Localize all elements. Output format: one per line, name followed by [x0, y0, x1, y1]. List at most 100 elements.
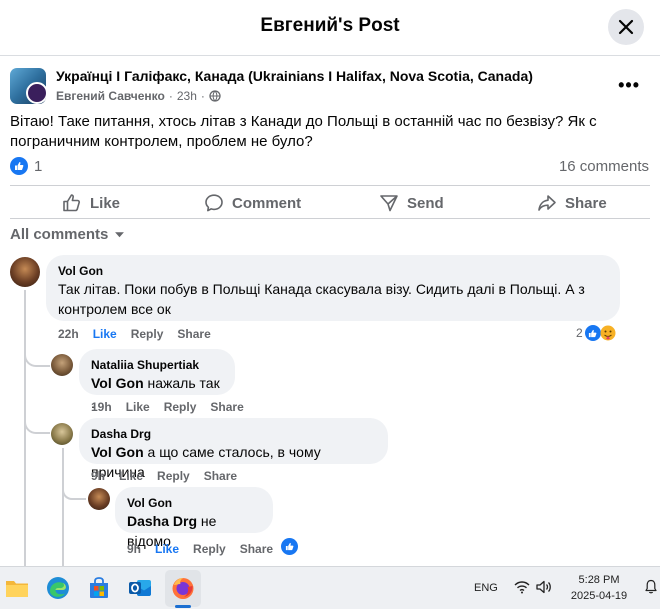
active-app-indicator — [175, 605, 191, 608]
like-label: Like — [90, 194, 121, 212]
close-icon — [618, 19, 634, 35]
reactions-row: 1 16 comments — [10, 156, 650, 178]
close-button[interactable] — [608, 9, 644, 45]
meta-separator: · — [168, 89, 173, 103]
notification-bell-icon[interactable] — [645, 579, 657, 595]
send-button[interactable]: Send — [379, 189, 444, 217]
comment-bubble: Nataliia Shupertiak Vol Gon нажаль так . — [79, 349, 235, 411]
thread-connector — [24, 422, 50, 434]
thread-line — [62, 448, 64, 566]
outlook-icon — [129, 580, 151, 596]
comment-reply-button[interactable]: Reply — [193, 542, 226, 556]
comment-time[interactable]: 9h — [127, 542, 141, 556]
comment-reactions[interactable] — [281, 538, 298, 555]
dialog-title: Евгений's Post — [260, 15, 400, 36]
comment-icon — [205, 194, 223, 212]
mention-link[interactable]: Dasha Drg — [127, 513, 197, 529]
like-reaction-icon — [281, 538, 298, 555]
comment-bubble: Dasha Drg Vol Gon а що саме сталось, в ч… — [79, 418, 388, 480]
avatar[interactable] — [10, 257, 40, 287]
file-explorer-button[interactable] — [4, 575, 30, 601]
input-language[interactable]: ENG — [474, 582, 498, 594]
comment-actions: 9h Like Reply Share — [127, 542, 273, 556]
clock-time: 5:28 PM — [578, 574, 620, 586]
comments-filter-label: All comments — [10, 226, 109, 243]
comment-author-link[interactable]: Vol Gon — [58, 263, 608, 279]
caret-down-icon — [115, 232, 125, 238]
comment-author-link[interactable]: Dasha Drg — [91, 426, 376, 442]
comment-reply-button[interactable]: Reply — [164, 400, 197, 414]
globe-icon — [209, 90, 221, 102]
comment-share-button[interactable]: Share — [177, 327, 210, 341]
comment-actions: 22h Like Reply Share — [58, 327, 211, 341]
comment-reactions[interactable]: 2 — [576, 325, 616, 341]
edge-button[interactable] — [45, 575, 71, 601]
thread-connector — [62, 490, 86, 500]
comment-reply-button[interactable]: Reply — [131, 327, 164, 341]
more-options-button[interactable]: ••• — [618, 75, 640, 96]
mention-link[interactable]: Vol Gon — [91, 375, 144, 391]
meta-separator: · — [200, 89, 205, 103]
author-name-link[interactable]: Евгений Савченко — [56, 89, 165, 103]
avatar[interactable] — [88, 488, 110, 510]
comment-like-button[interactable]: Like — [93, 327, 117, 341]
thread-connector — [24, 355, 50, 367]
share-label: Share — [565, 194, 607, 212]
wifi-icon[interactable] — [514, 580, 530, 594]
group-avatar[interactable] — [10, 68, 46, 104]
like-reaction-icon — [584, 325, 601, 341]
comment-text: Так літав. Поки побув в Польщі Канада ск… — [58, 281, 585, 317]
comment-bubble: Vol Gon Так літав. Поки побув в Польщі К… — [46, 255, 620, 321]
comment-like-button[interactable]: Like — [119, 469, 143, 483]
comment-author-link[interactable]: Nataliia Shupertiak — [91, 357, 223, 373]
comment-time[interactable]: 22h — [58, 327, 79, 341]
comment-like-button[interactable]: Like — [155, 542, 179, 556]
send-icon — [380, 195, 398, 212]
reaction-count: 1 — [34, 157, 43, 175]
store-button[interactable] — [86, 575, 112, 601]
system-clock[interactable]: 5:28 PM 2025-04-19 — [560, 572, 638, 604]
like-reaction-icon — [10, 157, 28, 175]
comment-author-link[interactable]: Vol Gon — [127, 495, 261, 511]
comment-time[interactable]: 19h — [91, 400, 112, 414]
author-avatar[interactable] — [26, 82, 46, 104]
share-icon — [538, 195, 556, 211]
comments-count-link[interactable]: 16 comments — [559, 158, 649, 175]
dialog-header: Евгений's Post — [0, 0, 660, 56]
thumbs-up-icon — [63, 194, 81, 212]
comment-button[interactable]: Comment — [204, 189, 301, 217]
comment-time[interactable]: 9h — [91, 469, 105, 483]
group-name-link[interactable]: Українці І Галіфакс, Канада (Ukrainians … — [56, 68, 533, 84]
like-button[interactable]: Like — [62, 189, 120, 217]
post-meta: Евгений Савченко · 23h · — [56, 89, 221, 103]
comment-label: Comment — [232, 194, 302, 212]
comment-reply-button[interactable]: Reply — [157, 469, 190, 483]
clock-date: 2025-04-19 — [570, 590, 628, 602]
share-button[interactable]: Share — [537, 189, 607, 217]
post-text: Вітаю! Таке питання, хтось літав з Канад… — [10, 113, 597, 150]
comment-actions: 9h Like Reply Share — [91, 469, 237, 483]
outlook-button[interactable] — [127, 575, 153, 601]
firefox-button[interactable] — [170, 575, 196, 601]
care-reaction-icon — [600, 325, 616, 341]
taskbar: ENG 5:28 PM 2025-04-19 — [0, 566, 660, 609]
comment-bubble: Vol Gon Dasha Drg не відомо — [115, 487, 273, 549]
store-icon — [90, 577, 108, 598]
folder-icon — [6, 581, 28, 597]
comments-filter-dropdown[interactable]: All comments — [10, 226, 125, 243]
mention-link[interactable]: Vol Gon — [91, 444, 144, 460]
comment-share-button[interactable]: Share — [240, 542, 273, 556]
avatar[interactable] — [51, 423, 73, 445]
post-time[interactable]: 23h — [177, 89, 197, 103]
avatar[interactable] — [51, 354, 73, 376]
comment-reaction-count: 2 — [576, 326, 583, 340]
post-dialog: Евгений's Post Українці І Галіфакс, Кана… — [0, 0, 660, 566]
send-label: Send — [407, 194, 444, 212]
comment-share-button[interactable]: Share — [210, 400, 243, 414]
comment-share-button[interactable]: Share — [204, 469, 237, 483]
edge-icon — [47, 577, 69, 599]
reactions-summary[interactable]: 1 — [10, 157, 42, 175]
volume-icon[interactable] — [536, 580, 552, 594]
comment-like-button[interactable]: Like — [126, 400, 150, 414]
comment-actions: 19h Like Reply Share — [91, 400, 244, 414]
